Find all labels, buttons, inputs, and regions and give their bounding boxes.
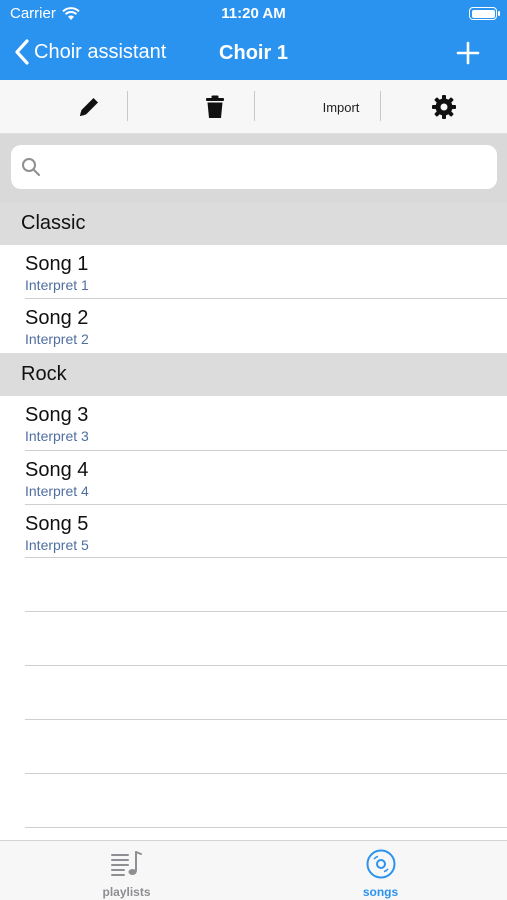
page-title: Choir 1: [219, 42, 288, 64]
song-title: Song 1: [25, 253, 89, 275]
section-header: Rock: [0, 353, 507, 396]
back-button-label: Choir assistant: [34, 40, 167, 63]
song-title: Song 5: [25, 513, 89, 535]
search-input[interactable]: [49, 145, 489, 189]
song-interpret: Interpret 1: [25, 277, 89, 293]
playlist-icon: [111, 851, 142, 876]
navigation-bar: Choir assistant Choir 1: [0, 28, 507, 80]
song-title: Song 4: [25, 459, 89, 481]
song-row[interactable]: Song 4 Interpret 4: [0, 451, 507, 505]
pencil-icon: [80, 98, 98, 116]
status-time: 11:20 AM: [221, 5, 286, 22]
row-separator: [25, 557, 507, 558]
plus-icon[interactable]: [455, 40, 481, 66]
tab-songs[interactable]: songs: [254, 841, 507, 900]
song-row[interactable]: Song 3 Interpret 3: [0, 396, 507, 450]
song-title: Song 2: [25, 307, 89, 329]
song-row[interactable]: Song 2 Interpret 2: [0, 299, 507, 353]
settings-button[interactable]: [381, 80, 507, 134]
song-row[interactable]: Song 1 Interpret 1: [0, 245, 507, 299]
section-header: Classic: [0, 202, 507, 245]
search-icon: [22, 158, 40, 176]
search-field[interactable]: [11, 145, 497, 189]
disc-icon: [366, 849, 396, 879]
toolbar-divider: [254, 91, 255, 121]
status-bar: Carrier 11:20 AM: [0, 0, 507, 28]
row-separator: [25, 611, 507, 612]
search-bar: [0, 134, 507, 202]
tab-label: songs: [362, 885, 399, 899]
song-interpret: Interpret 5: [25, 537, 89, 553]
row-separator: [25, 719, 507, 720]
battery-icon: [469, 7, 500, 20]
song-interpret: Interpret 3: [25, 428, 89, 444]
action-toolbar: Import: [0, 80, 507, 134]
song-row[interactable]: Song 5 Interpret 5: [0, 505, 507, 559]
trash-icon: [206, 95, 224, 118]
row-separator: [25, 665, 507, 666]
tab-label: playlists: [102, 885, 151, 899]
song-interpret: Interpret 2: [25, 331, 89, 347]
chevron-left-icon: [15, 39, 29, 65]
song-title: Song 3: [25, 404, 89, 426]
back-button[interactable]: Choir assistant: [14, 37, 166, 67]
song-interpret: Interpret 4: [25, 483, 89, 499]
row-separator: [25, 773, 507, 774]
row-separator: [25, 827, 507, 828]
edit-button[interactable]: [26, 80, 152, 134]
tab-playlists[interactable]: playlists: [0, 841, 253, 900]
tab-bar: playlists songs: [0, 840, 507, 900]
app-header: Carrier 11:20 AM Choir assistant Choir 1: [0, 0, 507, 80]
delete-button[interactable]: [152, 80, 278, 134]
gear-icon: [432, 95, 456, 119]
import-button-label: Import: [322, 99, 360, 115]
toolbar-divider: [127, 91, 128, 121]
